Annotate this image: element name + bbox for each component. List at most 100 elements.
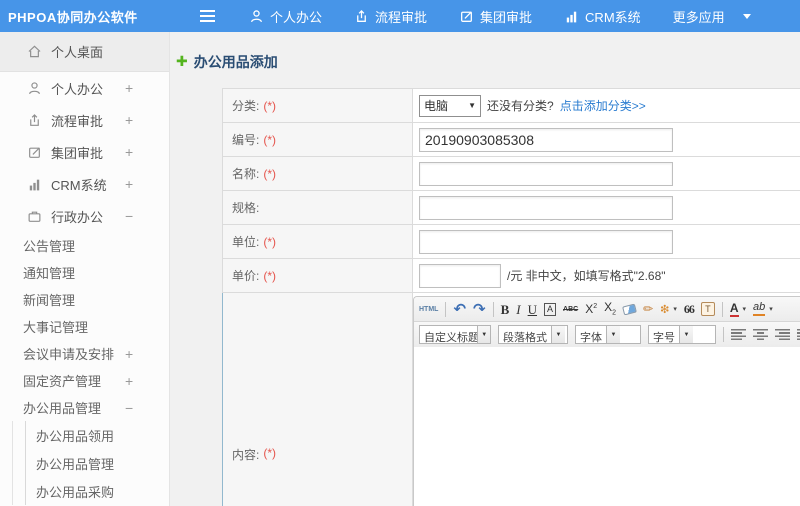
collapse-minus-icon[interactable]: −: [125, 400, 149, 416]
user-icon: [29, 81, 40, 94]
required-mark: (*): [263, 132, 277, 147]
bold-button[interactable]: B: [501, 303, 510, 316]
category-select-value: 电脑: [424, 99, 449, 113]
sidebar-item-fixed-assets-mgmt[interactable]: 固定资产管理 +: [0, 367, 169, 394]
sidebar-item-announcement-mgmt[interactable]: 公告管理: [0, 232, 169, 259]
add-category-link[interactable]: 点击添加分类>>: [560, 97, 646, 114]
sidebar-item-label: 办公用品管理: [23, 401, 102, 416]
sidebar-item-meeting-mgmt[interactable]: 会议申请及安排 +: [0, 340, 169, 367]
align-right-icon[interactable]: [775, 329, 790, 340]
font-size-dropdown[interactable]: 字号: [648, 325, 716, 344]
editor-toolbar-row1: HTML B I U A ABC X2 X2: [414, 297, 800, 322]
sidebar-item-label: 大事记管理: [23, 320, 89, 335]
custom-title-dropdown[interactable]: 自定义标题: [419, 325, 491, 344]
superscript-button[interactable]: X2: [585, 303, 597, 315]
office-supplies-submenu: 办公用品领用 办公用品管理 办公用品采购: [12, 421, 169, 505]
blockquote-icon[interactable]: 66: [684, 303, 695, 315]
sidebar-item-supplies-purchase[interactable]: 办公用品采购: [26, 477, 169, 505]
collapse-minus-icon[interactable]: −: [125, 208, 149, 224]
nav-more-apps[interactable]: 更多应用: [673, 7, 725, 26]
main-content: 办公用品添加 分类: (*) 电脑 还没有分类? 点击添加分类>>: [170, 32, 800, 506]
font-color-button[interactable]: A: [729, 302, 739, 317]
nav-label: 更多应用: [672, 9, 725, 25]
spec-input[interactable]: [419, 195, 673, 220]
undo-icon[interactable]: [453, 302, 466, 317]
home-icon: [28, 45, 41, 58]
paragraph-format-dropdown[interactable]: 段落格式: [498, 325, 568, 344]
field-label: 内容:: [232, 448, 260, 462]
field-label: 编号:: [232, 133, 260, 147]
font-family-dropdown[interactable]: 字体: [575, 325, 641, 344]
edit-icon: [461, 10, 472, 22]
nav-workflow-approval[interactable]: 流程审批: [354, 7, 427, 26]
workflow-icon: [357, 9, 366, 22]
field-label: 分类:: [232, 99, 260, 113]
sidebar-item-office-supplies-mgmt[interactable]: 办公用品管理 −: [0, 394, 169, 421]
expand-plus-icon[interactable]: +: [125, 373, 149, 389]
align-center-icon[interactable]: [753, 329, 768, 340]
unit-input[interactable]: [419, 229, 673, 254]
category-hint: 还没有分类?: [487, 99, 554, 113]
nav-label: 流程审批: [375, 9, 428, 25]
html-source-button[interactable]: HTML: [419, 306, 438, 313]
sidebar-item-label: CRM系统: [51, 177, 107, 193]
admin-office-submenu: 公告管理 通知管理 新闻管理 大事记管理 会议申请及安排 + 固定资产管理 + 办公…: [0, 232, 169, 505]
form-row-code: 编号: (*): [222, 123, 800, 157]
nav-crm-system[interactable]: CRM系统: [564, 7, 641, 26]
sidebar-item-notice-mgmt[interactable]: 通知管理: [0, 259, 169, 286]
expand-plus-icon[interactable]: +: [125, 112, 149, 128]
subscript-button[interactable]: X2: [604, 301, 616, 316]
expand-plus-icon[interactable]: +: [125, 80, 149, 96]
caret-down-icon[interactable]: [743, 305, 747, 313]
auto-typeset-icon[interactable]: [660, 303, 669, 316]
paste-plain-icon[interactable]: T: [700, 302, 715, 316]
category-select[interactable]: 电脑: [419, 94, 481, 117]
sidebar-item-group-approval[interactable]: 集团审批 +: [0, 136, 169, 168]
sidebar-item-supplies-requisition[interactable]: 办公用品领用: [26, 421, 169, 449]
sidebar-item-crm-system[interactable]: CRM系统 +: [0, 168, 169, 200]
sidebar-item-label: 会议申请及安排: [23, 347, 115, 362]
sidebar-item-memorabilia-mgmt[interactable]: 大事记管理: [0, 313, 169, 340]
caret-down-icon[interactable]: [673, 305, 677, 313]
editor-toolbar-row2: 自定义标题 段落格式 字体 字号: [414, 322, 800, 347]
form-row-spec: 规格:: [222, 191, 800, 225]
sidebar-item-label: 办公用品管理: [36, 456, 115, 472]
nav-personal-office[interactable]: 个人办公: [249, 7, 322, 26]
required-mark: (*): [263, 234, 277, 249]
expand-plus-icon[interactable]: +: [125, 346, 149, 362]
caret-down-icon[interactable]: [742, 13, 751, 19]
char-border-button[interactable]: A: [544, 302, 557, 316]
strikethrough-button[interactable]: ABC: [563, 306, 578, 313]
name-input[interactable]: [419, 161, 673, 186]
expand-plus-icon[interactable]: +: [125, 144, 149, 160]
caret-down-icon[interactable]: [769, 305, 773, 313]
align-left-icon[interactable]: [731, 329, 746, 340]
supplies-add-form: 分类: (*) 电脑 还没有分类? 点击添加分类>> 编号: (*): [222, 88, 800, 506]
format-brush-icon[interactable]: [643, 303, 653, 315]
sidebar-item-workflow-approval[interactable]: 流程审批 +: [0, 104, 169, 136]
italic-button[interactable]: I: [516, 303, 520, 316]
dropdown-caret-icon: [679, 326, 693, 343]
sidebar-item-desktop[interactable]: 个人桌面: [0, 32, 169, 72]
nav-group-approval[interactable]: 集团审批: [459, 7, 532, 26]
app-logo[interactable]: PHPOA协同办公软件: [8, 7, 168, 26]
hamburger-menu-icon[interactable]: [200, 10, 215, 22]
sidebar-item-label: 办公用品领用: [36, 428, 115, 444]
expand-plus-icon[interactable]: +: [125, 176, 149, 192]
sidebar-item-news-mgmt[interactable]: 新闻管理: [0, 286, 169, 313]
dropdown-caret-icon: [606, 326, 620, 343]
editor-content-area[interactable]: [414, 347, 800, 506]
sidebar-item-personal-office[interactable]: 个人办公 +: [0, 72, 169, 104]
sidebar-item-label: 办公用品采购: [36, 484, 115, 500]
sidebar-item-label: 个人桌面: [51, 45, 104, 60]
sidebar: 个人桌面 个人办公 + 流程审批 + 集团审批 + CRM系统 + 行政办公 −: [0, 32, 170, 506]
sidebar-item-label: 公告管理: [23, 239, 76, 254]
eraser-icon[interactable]: [622, 303, 637, 315]
code-input[interactable]: [419, 127, 673, 152]
price-input[interactable]: [419, 263, 501, 288]
redo-icon[interactable]: [473, 302, 486, 317]
highlight-color-button[interactable]: ab: [753, 302, 766, 316]
sidebar-item-supplies-management[interactable]: 办公用品管理: [26, 449, 169, 477]
underline-button[interactable]: U: [528, 303, 537, 316]
sidebar-item-admin-office[interactable]: 行政办公 −: [0, 200, 169, 232]
